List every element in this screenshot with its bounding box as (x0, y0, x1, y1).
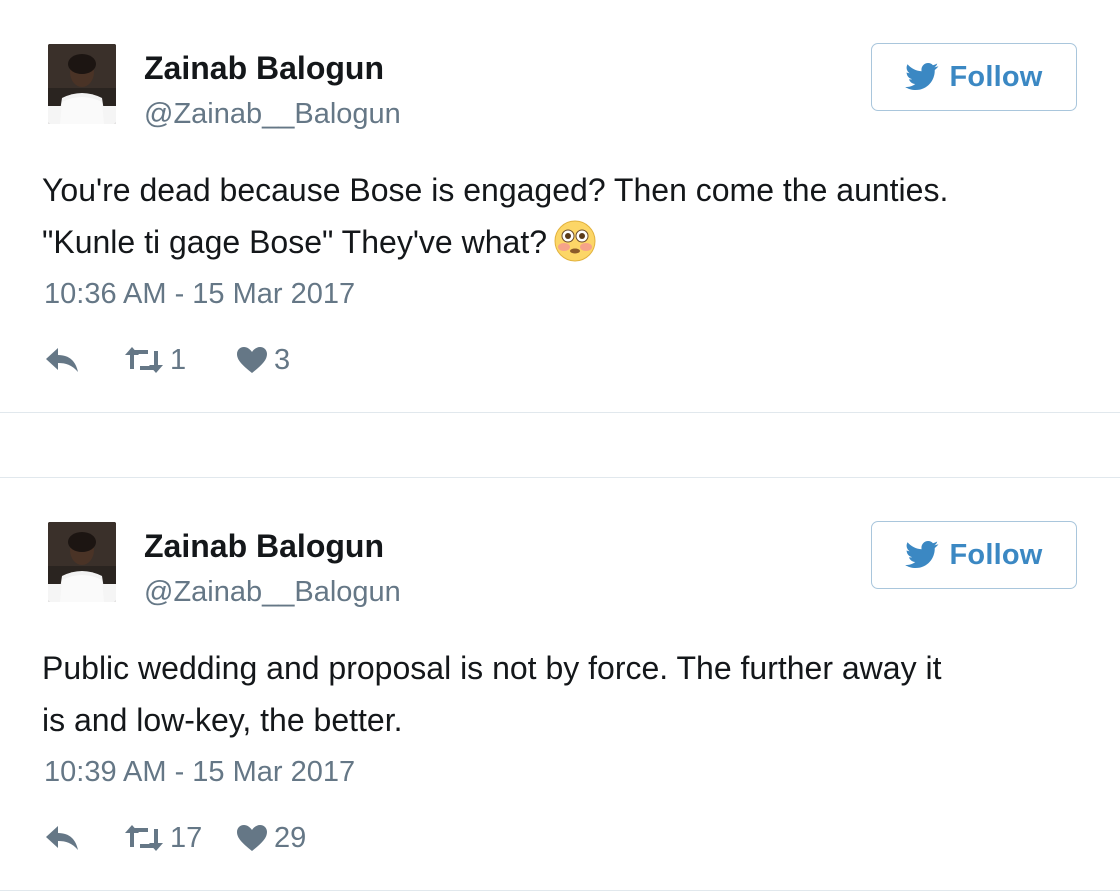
retweet-count: 1 (170, 344, 187, 376)
tweet-text-line: You're dead because Bose is engaged? The… (42, 172, 949, 208)
tweet-timestamp[interactable]: 10:39 AM - 15 Mar 2017 (44, 754, 355, 790)
reply-icon (46, 826, 78, 850)
tweet-text-line: Public wedding and proposal is not by fo… (42, 650, 942, 686)
reply-icon (46, 348, 78, 372)
tweet-card: Zainab Balogun @Zainab__Balogun Follow P… (0, 478, 1120, 890)
tweet-text-line: "Kunle ti gage Bose" They've what? (42, 216, 1082, 268)
tweet-text: Public wedding and proposal is not by fo… (42, 642, 1082, 746)
tweet-feed: Zainab Balogun @Zainab__Balogun Follow Y… (0, 0, 1120, 896)
retweet-button[interactable]: 17 (124, 820, 236, 856)
author-handle[interactable]: @Zainab__Balogun (144, 96, 401, 132)
flushed-face-icon (554, 220, 596, 262)
like-count: 3 (274, 344, 291, 376)
follow-button[interactable]: Follow (871, 521, 1077, 589)
reply-button[interactable] (44, 346, 124, 374)
retweet-button[interactable]: 1 (124, 342, 236, 378)
avatar[interactable] (48, 44, 116, 124)
tweet-actions: 17 29 (44, 818, 326, 858)
twitter-bird-icon (905, 63, 939, 91)
avatar[interactable] (48, 522, 116, 602)
retweet-icon (125, 347, 163, 373)
heart-icon (237, 347, 267, 373)
reply-button[interactable] (44, 824, 124, 852)
tweet-timestamp[interactable]: 10:36 AM - 15 Mar 2017 (44, 276, 355, 312)
tweet-text: You're dead because Bose is engaged? The… (42, 164, 1082, 268)
follow-label: Follow (949, 60, 1043, 93)
tweet-text-line: is and low-key, the better. (42, 702, 403, 738)
twitter-bird-icon (905, 541, 939, 569)
retweet-count: 17 (170, 822, 203, 854)
tweet-text-line-content: "Kunle ti gage Bose" They've what? (42, 224, 547, 260)
like-button[interactable]: 29 (236, 820, 326, 856)
like-count: 29 (274, 822, 307, 854)
tweet-card: Zainab Balogun @Zainab__Balogun Follow Y… (0, 0, 1120, 412)
author-name[interactable]: Zainab Balogun (144, 48, 384, 88)
author-name[interactable]: Zainab Balogun (144, 526, 384, 566)
author-handle[interactable]: @Zainab__Balogun (144, 574, 401, 610)
divider (0, 890, 1120, 891)
follow-button[interactable]: Follow (871, 43, 1077, 111)
tweet-gap (0, 413, 1120, 477)
follow-label: Follow (949, 538, 1043, 571)
tweet-actions: 1 3 (44, 340, 326, 380)
like-button[interactable]: 3 (236, 342, 326, 378)
retweet-icon (125, 825, 163, 851)
heart-icon (237, 825, 267, 851)
